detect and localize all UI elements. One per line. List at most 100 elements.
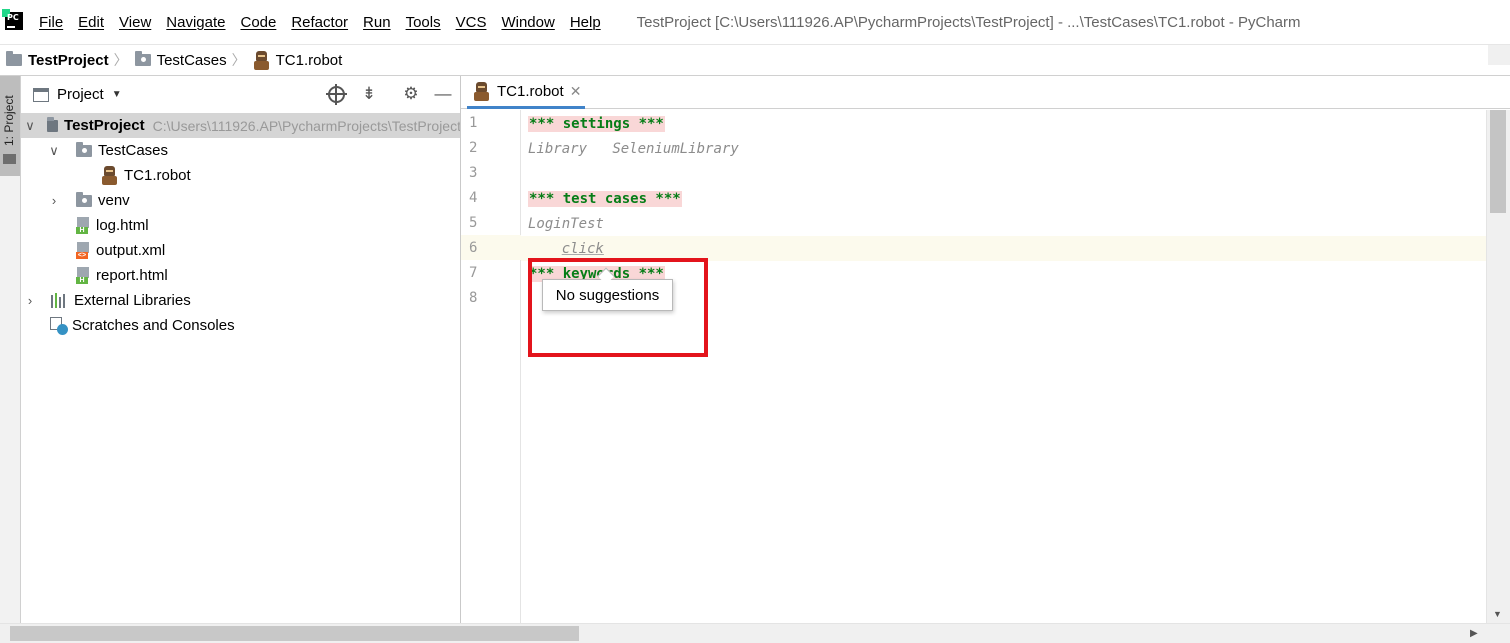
breadcrumb-separator: 〉	[113, 52, 128, 68]
tree-item-tc1-robot[interactable]: TC1.robot	[21, 163, 460, 188]
menu-refactor[interactable]: Refactor	[291, 14, 348, 31]
tab-tc1-robot[interactable]: TC1.robot ✕	[467, 76, 586, 109]
project-panel-header: Project ▼ ⇟ ⚙ —	[21, 76, 460, 113]
code-line-4: *** test cases ***	[528, 188, 682, 210]
folder-icon	[6, 51, 22, 66]
project-tool-window-label: 1: Project	[2, 95, 16, 146]
collapse-all-icon[interactable]: ⇟	[360, 85, 378, 103]
library-keyword: Library	[528, 141, 588, 157]
settings-section-header: *** settings ***	[528, 116, 665, 132]
robot-file-icon	[253, 50, 270, 70]
menu-tools[interactable]: Tools	[406, 14, 441, 31]
test-cases-section-header: *** test cases ***	[528, 191, 682, 207]
project-view-selector[interactable]: Project	[57, 86, 104, 103]
breadcrumb-item-file[interactable]: TC1.robot	[253, 50, 343, 70]
project-panel: Project ▼ ⇟ ⚙ — ∨ TestProject C:\Users\1…	[21, 76, 461, 623]
breadcrumb-separator: 〉	[231, 52, 246, 68]
line-number: 1	[469, 115, 478, 131]
top-right-scroll-area	[1488, 45, 1510, 65]
tree-item-testproject[interactable]: ∨ TestProject C:\Users\111926.AP\Pycharm…	[21, 113, 461, 138]
tree-item-output-xml[interactable]: <> output.xml	[21, 238, 460, 263]
close-icon[interactable]: ✕	[570, 83, 582, 100]
tree-item-log-html[interactable]: H log.html	[21, 213, 460, 238]
robot-file-icon	[473, 81, 490, 101]
gear-icon[interactable]: ⚙	[402, 85, 420, 103]
menu-run[interactable]: Run	[363, 14, 391, 31]
hide-panel-icon[interactable]: —	[434, 85, 452, 103]
scroll-right-arrow-icon[interactable]: ▶	[1470, 628, 1478, 639]
line-number: 2	[469, 140, 478, 156]
library-name: SeleniumLibrary	[612, 141, 739, 157]
code-editor-area[interactable]: *** settings *** Library SeleniumLibrary…	[521, 110, 1487, 623]
tree-item-scratches[interactable]: Scratches and Consoles	[21, 313, 460, 338]
menu-bar: PC File Edit View Navigate Code Refactor…	[0, 0, 1510, 45]
html-file-icon: H	[76, 217, 90, 234]
project-tool-window-tab[interactable]: 1: Project	[0, 76, 20, 176]
scratches-icon	[50, 316, 68, 335]
horizontal-scrollbar-thumb[interactable]	[10, 626, 579, 641]
breadcrumb-item-project[interactable]: TestProject 〉	[6, 50, 135, 70]
breadcrumb-label: TC1.robot	[275, 51, 343, 69]
popup-message: No suggestions	[555, 286, 660, 304]
library-icon	[51, 293, 69, 308]
menu-window[interactable]: Window	[501, 14, 554, 31]
editor: TC1.robot ✕ 1 2 3 4 5 6 7 8 *** settings…	[461, 76, 1510, 623]
tree-item-testcases[interactable]: ∨ TestCases	[21, 138, 460, 163]
current-line-highlight	[521, 236, 1487, 261]
pycharm-logo-icon: PC	[2, 9, 26, 30]
menu-code[interactable]: Code	[240, 14, 276, 31]
tree-item-label: Scratches and Consoles	[72, 317, 235, 334]
tree-item-report-html[interactable]: H report.html	[21, 263, 460, 288]
test-case-name: LoginTest	[528, 216, 604, 232]
code-line-5: LoginTest	[528, 213, 604, 235]
project-view-icon	[33, 87, 49, 102]
chevron-right-icon[interactable]: ›	[24, 293, 36, 308]
scroll-down-arrow-icon[interactable]: ▼	[1493, 609, 1502, 619]
code-line-2: Library SeleniumLibrary	[528, 138, 739, 160]
code-line-1: *** settings ***	[528, 113, 665, 135]
folder-icon	[76, 191, 92, 207]
tree-item-label: log.html	[96, 217, 149, 234]
window-title: TestProject [C:\Users\111926.AP\PycharmP…	[636, 13, 1301, 31]
xml-file-icon: <>	[76, 242, 90, 259]
folder-icon	[76, 141, 92, 157]
menu-navigate[interactable]: Navigate	[166, 14, 225, 31]
keyword-click: click	[561, 241, 604, 257]
menu-view[interactable]: View	[119, 14, 151, 31]
breadcrumb-item-testcases[interactable]: TestCases 〉	[134, 50, 253, 70]
breadcrumb-label: TestCases	[156, 51, 227, 69]
tree-item-label: External Libraries	[74, 292, 191, 309]
menu-vcs[interactable]: VCS	[456, 14, 487, 31]
horizontal-scrollbar[interactable]: ▶	[0, 623, 1510, 643]
folder-icon	[47, 116, 59, 132]
line-number: 6	[469, 240, 478, 256]
menu-edit[interactable]: Edit	[78, 14, 104, 31]
html-file-icon: H	[76, 267, 90, 284]
tree-item-label: venv	[98, 192, 130, 209]
tree-item-label: TC1.robot	[124, 167, 191, 184]
chevron-right-icon[interactable]: ›	[48, 193, 60, 208]
tree-item-path-hint: C:\Users\111926.AP\PycharmProjects\TestP…	[152, 117, 461, 134]
tree-item-label: report.html	[96, 267, 168, 284]
vertical-scrollbar[interactable]: ▼	[1486, 110, 1510, 623]
breadcrumb: TestProject 〉 TestCases 〉 TC1.robot	[0, 45, 1510, 76]
chevron-down-icon[interactable]: ▼	[112, 89, 122, 100]
tree-item-label: TestCases	[98, 142, 169, 159]
tree-item-external-libraries[interactable]: › External Libraries	[21, 288, 460, 313]
folder-icon	[3, 154, 16, 164]
locate-file-icon[interactable]	[326, 84, 347, 105]
line-number: 3	[469, 165, 478, 181]
chevron-down-icon[interactable]: ∨	[48, 143, 60, 159]
menu-file[interactable]: File	[39, 14, 63, 31]
completion-popup: No suggestions	[542, 279, 673, 311]
chevron-down-icon[interactable]: ∨	[24, 118, 36, 134]
tree-item-label: output.xml	[96, 242, 166, 259]
tab-label: TC1.robot	[497, 82, 564, 100]
menu-help[interactable]: Help	[570, 14, 601, 31]
line-number: 8	[469, 290, 478, 306]
vertical-scrollbar-thumb[interactable]	[1490, 110, 1506, 213]
tree-item-venv[interactable]: › venv	[21, 188, 460, 213]
line-number: 4	[469, 190, 478, 206]
code-line-6: click	[528, 238, 604, 260]
folder-icon	[134, 51, 151, 66]
